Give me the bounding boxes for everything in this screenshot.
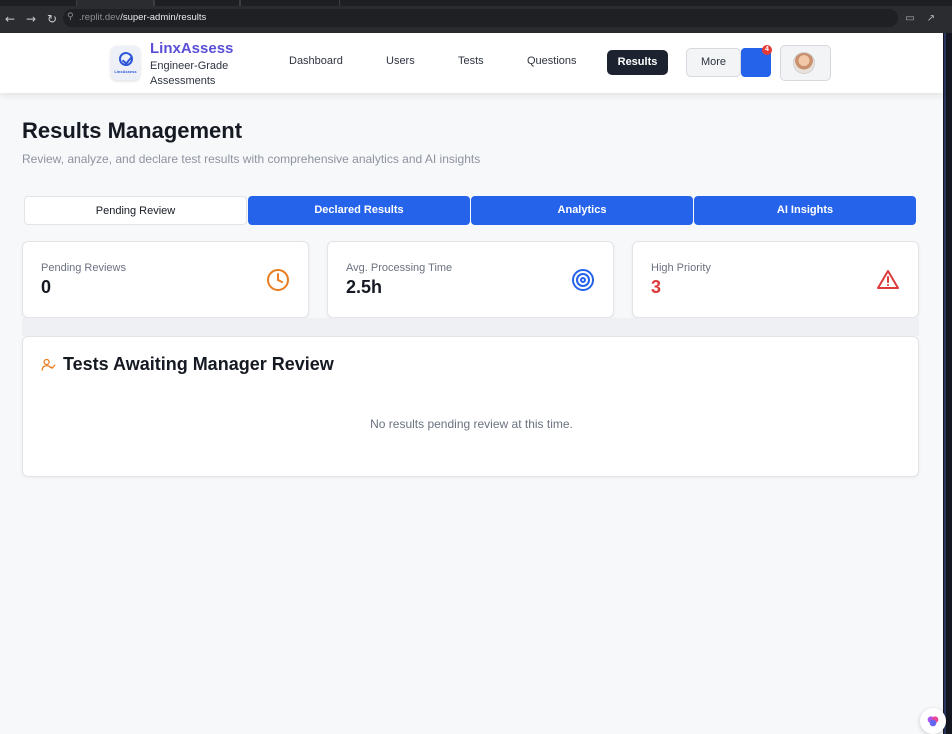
panel-title: Tests Awaiting Manager Review (63, 354, 334, 374)
user-check-icon (41, 358, 56, 371)
nav-tests[interactable]: Tests (458, 55, 484, 67)
forward-icon[interactable]: → (24, 12, 38, 26)
address-bar[interactable]: ⚲ .replit.dev/super-admin/results (63, 9, 898, 27)
stat-value: 3 (651, 277, 662, 297)
check-badge-icon (119, 52, 133, 66)
url-path: /super-admin/results (120, 12, 207, 23)
brand-logo[interactable]: LinxAssess (111, 46, 140, 80)
user-menu-button[interactable] (780, 45, 831, 81)
brand-tagline: Engineer-Grade Assessments (150, 60, 229, 87)
tab-declared-results[interactable]: Declared Results (248, 196, 470, 225)
nav-more-button[interactable]: More (686, 48, 741, 77)
nav-users[interactable]: Users (386, 55, 415, 67)
app-header: LinxAssess LinxAssess Engineer-Grade Ass… (0, 33, 943, 93)
page-title: Results Management (22, 118, 243, 143)
tab-pending-review[interactable]: Pending Review (24, 196, 247, 225)
side-panel-divider (944, 33, 946, 734)
warning-triangle-icon (877, 270, 899, 289)
tab-analytics[interactable]: Analytics (471, 196, 693, 225)
ai-assistant-button[interactable] (920, 708, 946, 734)
avg-processing-time-card: Avg. Processing Time 2.5h (327, 241, 614, 318)
stat-label: Avg. Processing Time (346, 262, 453, 274)
high-priority-card: High Priority 3 (632, 241, 919, 318)
stat-label: High Priority (651, 262, 711, 274)
nav-questions[interactable]: Questions (527, 55, 577, 67)
cast-icon[interactable]: ▭ (904, 13, 916, 25)
back-icon[interactable]: ← (3, 12, 17, 26)
stat-value: 0 (41, 277, 52, 297)
reload-icon[interactable]: ↻ (45, 12, 59, 26)
notification-count-badge: 4 (762, 45, 772, 55)
avatar (793, 52, 815, 74)
stat-label: Pending Reviews (41, 262, 126, 274)
clock-icon (267, 269, 289, 291)
awaiting-review-panel: Tests Awaiting Manager Review No results… (22, 336, 919, 477)
tab-ai-insights[interactable]: AI Insights (694, 196, 916, 225)
nav-results[interactable]: Results (607, 50, 668, 75)
brand-name[interactable]: LinxAssess (150, 40, 233, 57)
stat-value: 2.5h (346, 277, 383, 297)
browser-toolbar: ← → ↻ ⚲ .replit.dev/super-admin/results … (0, 6, 952, 33)
results-tabs: Pending Review Declared Results Analytic… (24, 196, 916, 225)
logo-wordmark: LinxAssess (114, 69, 137, 74)
target-icon (572, 269, 594, 291)
nav-dashboard[interactable]: Dashboard (289, 55, 343, 67)
open-external-icon[interactable]: ↗ (925, 13, 937, 25)
notifications-button[interactable]: 4 (741, 45, 772, 77)
section-divider (22, 318, 919, 336)
link-icon: ⚲ (67, 12, 74, 22)
empty-state-message: No results pending review at this time. (370, 417, 573, 431)
url-domain: .replit.dev (79, 12, 121, 23)
pending-reviews-card: Pending Reviews 0 (22, 241, 309, 318)
url-text: .replit.dev/super-admin/results (79, 12, 206, 23)
page-subtitle: Review, analyze, and declare test result… (22, 152, 481, 166)
brain-icon (927, 716, 939, 727)
